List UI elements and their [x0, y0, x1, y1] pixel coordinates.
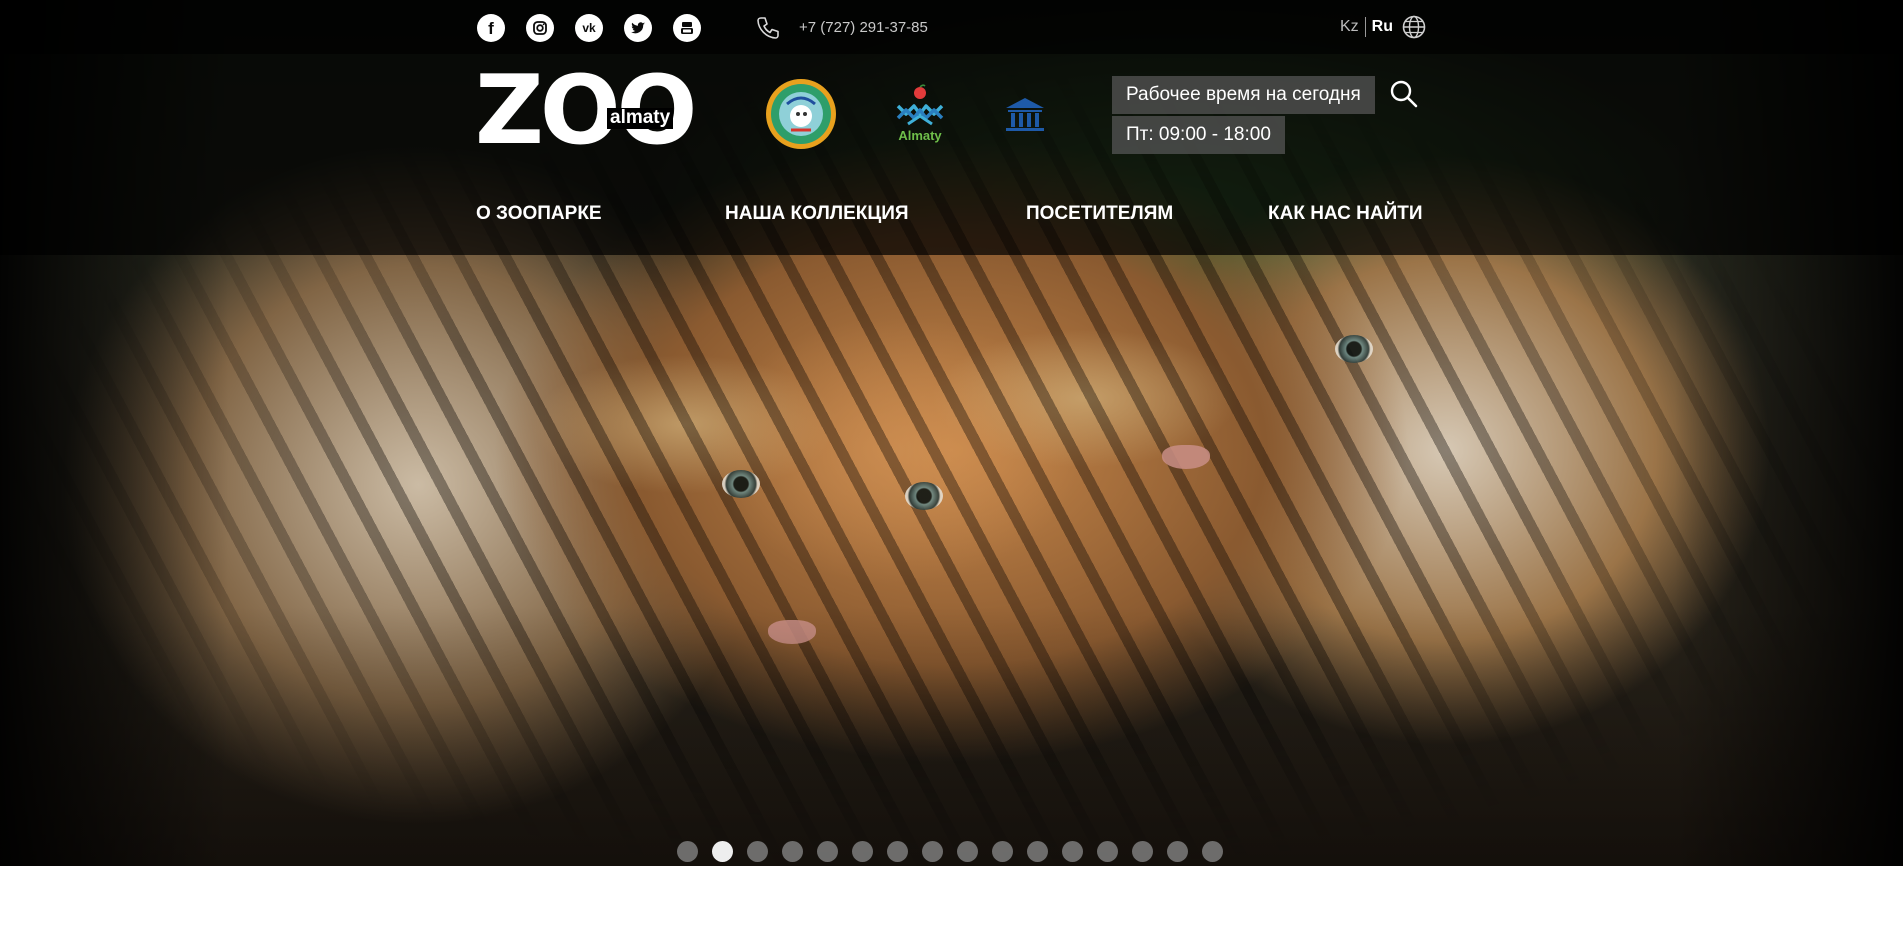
social-links: f vk: [477, 14, 701, 42]
lang-divider: [1364, 17, 1366, 37]
slider-dot[interactable]: [852, 841, 873, 862]
city-emblem-icon[interactable]: [765, 78, 837, 150]
slider-dot[interactable]: [1132, 841, 1153, 862]
slider-dot[interactable]: [782, 841, 803, 862]
unesco-icon[interactable]: [1002, 96, 1048, 134]
vk-icon[interactable]: vk: [575, 14, 603, 42]
lang-kz-link[interactable]: Kz: [1340, 18, 1359, 36]
slider-dot[interactable]: [1167, 841, 1188, 862]
slider-dot[interactable]: [817, 841, 838, 862]
nav-about[interactable]: О ЗООПАРКЕ: [476, 203, 602, 225]
instagram-icon[interactable]: [526, 14, 554, 42]
globe-icon[interactable]: [1401, 14, 1427, 40]
working-hours-label: Рабочее время на сегодня: [1112, 76, 1375, 114]
slider-dot[interactable]: [677, 841, 698, 862]
slider-dot[interactable]: [1097, 841, 1118, 862]
slider-dot[interactable]: [1027, 841, 1048, 862]
nav-visitors[interactable]: ПОСЕТИТЕЛЯМ: [1026, 203, 1173, 225]
slider-dot[interactable]: [747, 841, 768, 862]
slider-pagination: [677, 841, 1223, 862]
search-icon[interactable]: [1389, 79, 1419, 109]
twitter-icon[interactable]: [624, 14, 652, 42]
almaty-logo-label: Almaty: [898, 128, 942, 143]
slider-dot[interactable]: [1062, 841, 1083, 862]
lang-ru-link[interactable]: Ru: [1372, 18, 1393, 36]
logo-sub-text: almaty: [607, 107, 674, 129]
facebook-icon[interactable]: f: [477, 14, 505, 42]
slider-dot[interactable]: [712, 841, 733, 862]
slider-dot[interactable]: [1202, 841, 1223, 862]
top-bar: [0, 0, 1903, 54]
slider-dot[interactable]: [887, 841, 908, 862]
phone-icon[interactable]: [755, 15, 781, 41]
slider-dot[interactable]: [957, 841, 978, 862]
language-switcher: Kz Ru: [1340, 17, 1393, 37]
youtube-icon[interactable]: [673, 14, 701, 42]
nav-collection[interactable]: НАША КОЛЛЕКЦИЯ: [725, 203, 909, 225]
working-hours-value: Пт: 09:00 - 18:00: [1112, 116, 1285, 154]
phone-number[interactable]: +7 (727) 291-37-85: [799, 19, 928, 36]
slider-dot[interactable]: [992, 841, 1013, 862]
header-band: [0, 54, 1903, 255]
nav-find-us[interactable]: КАК НАС НАЙТИ: [1268, 203, 1423, 225]
zoo-logo[interactable]: ZOO almaty: [475, 64, 711, 159]
slider-dot[interactable]: [922, 841, 943, 862]
